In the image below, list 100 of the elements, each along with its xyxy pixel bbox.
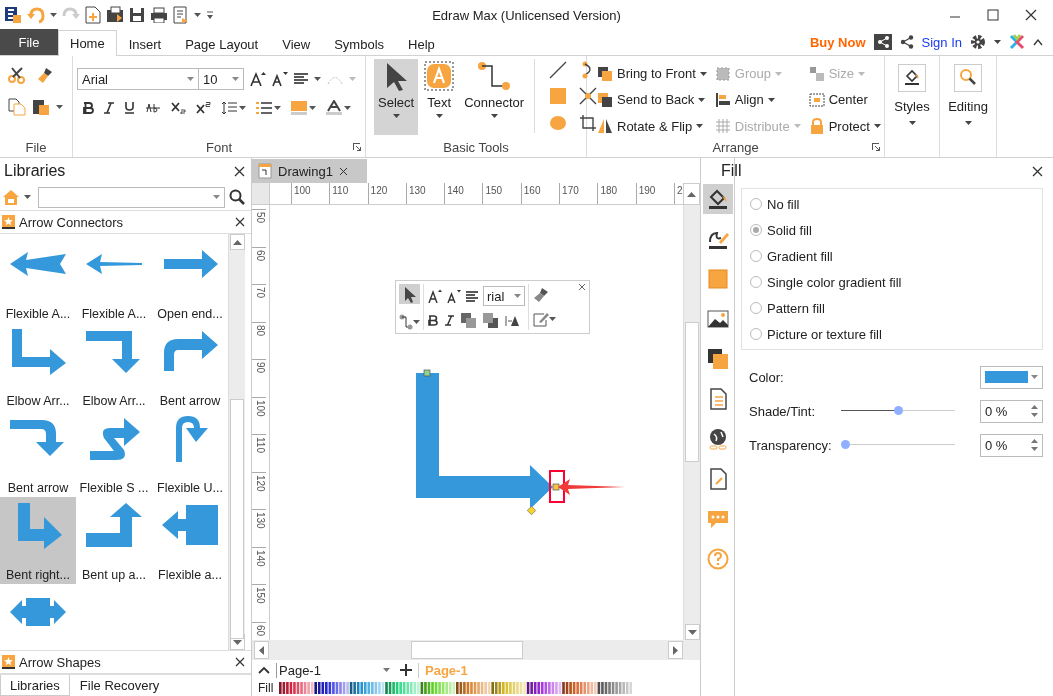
drawing-page[interactable]: rial (270, 205, 683, 640)
edit-shape-icon[interactable] (533, 311, 549, 328)
caret-icon[interactable] (413, 320, 420, 324)
ribbon-tab[interactable]: Page Layout (173, 31, 271, 56)
subscript-icon[interactable] (171, 101, 186, 114)
scrollbar-thumb[interactable] (411, 641, 523, 659)
search-field[interactable] (38, 186, 225, 208)
panel-tab[interactable]: Libraries (0, 675, 70, 696)
radio-button[interactable] (750, 302, 762, 314)
caret-icon[interactable] (274, 105, 281, 110)
radio-button[interactable] (750, 224, 762, 236)
scroll-left-icon[interactable] (259, 645, 264, 655)
paint-bucket-icon[interactable] (706, 188, 729, 210)
scrollbar-thumb[interactable] (685, 322, 699, 462)
grow-font-icon[interactable] (250, 71, 266, 87)
send-back-icon[interactable] (483, 313, 498, 328)
format-brush-icon[interactable] (533, 286, 549, 303)
caret-icon[interactable] (435, 114, 443, 118)
save-icon[interactable] (129, 7, 145, 23)
arrange-button[interactable]: Protect (808, 116, 881, 136)
caret-icon[interactable] (344, 105, 351, 110)
shape-item[interactable]: Flexible A... (0, 236, 76, 323)
sign-in-link[interactable]: Sign In (921, 34, 962, 50)
caret-icon[interactable] (50, 13, 57, 17)
strikethrough-icon[interactable] (145, 101, 161, 114)
print-icon[interactable] (150, 7, 168, 23)
paste-icon[interactable] (32, 98, 50, 116)
bullet-list-icon[interactable] (256, 100, 272, 115)
text-tool-icon[interactable] (424, 61, 455, 91)
bring-front-icon[interactable] (461, 313, 476, 328)
scroll-right-icon[interactable] (673, 645, 678, 655)
connector-icon[interactable] (399, 314, 413, 330)
italic-icon[interactable] (104, 101, 114, 114)
shrink-font-icon[interactable] (272, 71, 288, 87)
shape-item[interactable]: Bent up a... (76, 497, 152, 584)
customize-icon[interactable] (206, 10, 214, 20)
caret-icon[interactable] (549, 317, 556, 322)
layers-icon[interactable] (706, 348, 729, 370)
caret-icon[interactable] (699, 71, 707, 76)
collapse-ribbon-icon[interactable] (1033, 38, 1043, 46)
paint-style-icon[interactable] (898, 64, 926, 92)
shape-item[interactable]: Flexible S ... (76, 410, 152, 497)
connection-point[interactable] (552, 483, 560, 491)
distribute-shape-icon[interactable] (505, 314, 521, 327)
star-badge-icon[interactable] (2, 215, 15, 229)
app-logo-icon[interactable] (4, 6, 22, 24)
image-icon[interactable] (706, 308, 729, 330)
shape-item[interactable]: Flexible A... (76, 236, 152, 323)
shape-item[interactable]: Bent arrow (0, 410, 76, 497)
ribbon-tab[interactable]: Home (58, 30, 117, 56)
fill-option[interactable]: Single color gradient fill (750, 275, 1034, 289)
ribbon-tab[interactable]: Insert (116, 31, 174, 56)
open-folder-icon[interactable] (106, 6, 124, 24)
caret-icon[interactable] (994, 40, 1001, 44)
center-icon[interactable] (808, 91, 825, 108)
connector-tool-icon[interactable] (477, 61, 512, 91)
share-icon[interactable] (899, 35, 914, 49)
spin-arrows-icon[interactable] (1031, 405, 1038, 417)
caret-icon[interactable] (383, 668, 390, 672)
font-color-icon[interactable] (326, 100, 342, 115)
close-icon[interactable] (578, 283, 586, 291)
cross-logo-icon[interactable] (1009, 34, 1025, 50)
ribbon-tab[interactable]: Help (396, 31, 447, 56)
copy-icon[interactable] (8, 98, 26, 116)
radio-button[interactable] (750, 328, 762, 340)
globe-link-icon[interactable] (706, 428, 729, 450)
fill-option[interactable]: No fill (750, 197, 1034, 211)
caret-icon[interactable] (239, 105, 246, 110)
caret-icon[interactable] (24, 195, 31, 199)
scroll-up-icon[interactable] (232, 239, 242, 245)
fill-option[interactable]: Picture or texture fill (750, 327, 1034, 341)
caret-icon[interactable] (873, 124, 881, 129)
tool-button[interactable]: Connector (460, 59, 529, 135)
close-icon[interactable] (1025, 9, 1037, 21)
caret-icon[interactable] (696, 124, 704, 129)
ribbon-tab[interactable]: View (270, 31, 323, 56)
cross-point-icon[interactable] (579, 87, 598, 106)
send-back-icon[interactable] (597, 91, 613, 108)
caret-icon[interactable] (194, 13, 201, 17)
scroll-up-icon[interactable] (687, 191, 696, 197)
new-file-icon[interactable] (85, 6, 101, 24)
expand-up-icon[interactable] (258, 666, 270, 674)
font-name-field[interactable]: Arial (77, 68, 199, 90)
grow-font-icon[interactable] (428, 289, 442, 303)
transparency-spinbox[interactable]: 0 % (980, 433, 1043, 457)
shape-item[interactable]: Open end... (152, 236, 228, 323)
close-icon[interactable] (338, 166, 348, 176)
settings-icon[interactable] (970, 34, 986, 50)
maximize-icon[interactable] (987, 9, 999, 21)
line-tool-icon[interactable] (549, 61, 568, 79)
editing-button[interactable]: Editing (940, 56, 996, 152)
superscript-icon[interactable] (196, 101, 211, 114)
scroll-down-icon[interactable] (687, 629, 697, 635)
section-title[interactable]: Arrow Shapes (19, 654, 231, 670)
document-tab[interactable]: Drawing1 (252, 159, 367, 183)
bold-icon[interactable] (428, 315, 438, 326)
arrange-button[interactable]: Align (714, 90, 801, 110)
shade-spinbox[interactable]: 0 % (980, 399, 1043, 423)
shape-item[interactable]: Flexible a... (152, 497, 228, 584)
align-icon[interactable] (714, 91, 731, 108)
